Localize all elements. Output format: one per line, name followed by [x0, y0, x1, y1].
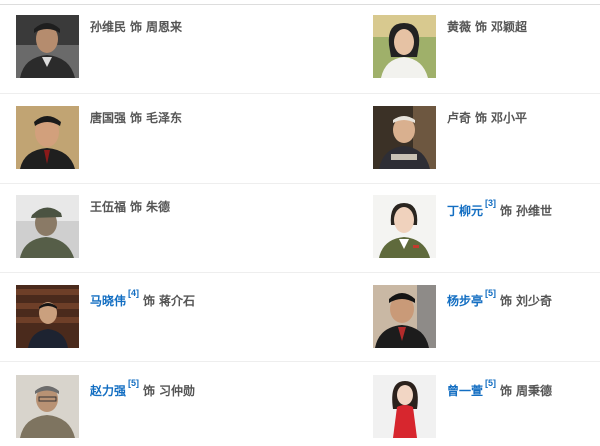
role-name: 朱德 — [146, 200, 171, 214]
actor-link[interactable]: 赵力强 — [90, 384, 126, 398]
portrait-photo-icon — [16, 106, 79, 169]
role-name: 邓小平 — [491, 111, 528, 125]
cast-caption: 王伍福饰朱德 — [90, 199, 170, 215]
actor-link[interactable]: 杨步亭 — [447, 294, 483, 308]
cast-caption: 丁柳元[3] 饰 孙维世 — [447, 198, 553, 219]
actor-photo[interactable] — [373, 15, 436, 78]
role-word: 饰 — [143, 294, 156, 308]
portrait-photo-icon — [373, 15, 436, 78]
row-divider — [0, 361, 600, 362]
role-word: 饰 — [500, 384, 513, 398]
role-word: 饰 — [130, 20, 143, 34]
cast-caption: 孙维民饰周恩来 — [90, 19, 182, 35]
portrait-photo-icon — [373, 285, 436, 348]
portrait-photo-icon — [373, 195, 436, 258]
cast-caption: 曾一萱[5] 饰 周秉德 — [447, 378, 553, 399]
reference-link[interactable]: [5] — [485, 378, 496, 388]
reference-link[interactable]: [5] — [128, 378, 139, 388]
role-name: 孙维世 — [516, 204, 553, 218]
role-word: 饰 — [143, 384, 156, 398]
portrait-photo-icon — [373, 106, 436, 169]
role-word: 饰 — [130, 111, 143, 125]
reference-link[interactable]: [4] — [128, 288, 139, 298]
actor-photo[interactable] — [373, 195, 436, 258]
actor-link[interactable]: 曾一萱 — [447, 384, 483, 398]
role-name: 刘少奇 — [516, 294, 553, 308]
actor-name[interactable]: 王伍福 — [90, 200, 126, 214]
role-word: 饰 — [500, 294, 513, 308]
actor-link[interactable]: 马晓伟 — [90, 294, 126, 308]
row-divider — [0, 183, 600, 184]
portrait-photo-icon — [16, 285, 79, 348]
actor-name[interactable]: 唐国强 — [90, 111, 126, 125]
portrait-photo-icon — [16, 195, 79, 258]
cast-caption: 黄薇饰邓颖超 — [447, 19, 527, 35]
role-word: 饰 — [475, 111, 488, 125]
portrait-photo-icon — [373, 375, 436, 438]
role-word: 饰 — [475, 20, 488, 34]
actor-photo[interactable] — [16, 195, 79, 258]
role-name: 邓颖超 — [491, 20, 528, 34]
reference-link[interactable]: [3] — [485, 198, 496, 208]
top-rule — [0, 4, 600, 5]
actor-photo[interactable] — [373, 106, 436, 169]
cast-caption: 唐国强饰毛泽东 — [90, 110, 182, 126]
role-name: 习仲勋 — [159, 384, 196, 398]
actor-link[interactable]: 丁柳元 — [447, 204, 483, 218]
cast-caption: 赵力强[5] 饰 习仲勋 — [90, 378, 196, 399]
actor-photo[interactable] — [373, 285, 436, 348]
actor-photo[interactable] — [16, 285, 79, 348]
role-name: 毛泽东 — [146, 111, 183, 125]
portrait-photo-icon — [16, 15, 79, 78]
role-name: 周恩来 — [146, 20, 183, 34]
row-divider — [0, 272, 600, 273]
actor-name[interactable]: 黄薇 — [447, 20, 471, 34]
role-word: 饰 — [130, 200, 143, 214]
cast-caption: 杨步亭[5] 饰 刘少奇 — [447, 288, 553, 309]
role-word: 饰 — [500, 204, 513, 218]
actor-photo[interactable] — [373, 375, 436, 438]
cast-caption: 马晓伟[4] 饰 蒋介石 — [90, 288, 196, 309]
actor-photo[interactable] — [16, 15, 79, 78]
portrait-photo-icon — [16, 375, 79, 438]
actor-name[interactable]: 孙维民 — [90, 20, 126, 34]
cast-caption: 卢奇饰邓小平 — [447, 110, 527, 126]
role-name: 蒋介石 — [159, 294, 196, 308]
reference-link[interactable]: [5] — [485, 288, 496, 298]
actor-photo[interactable] — [16, 106, 79, 169]
role-name: 周秉德 — [516, 384, 553, 398]
actor-photo[interactable] — [16, 375, 79, 438]
row-divider — [0, 93, 600, 94]
actor-name[interactable]: 卢奇 — [447, 111, 471, 125]
